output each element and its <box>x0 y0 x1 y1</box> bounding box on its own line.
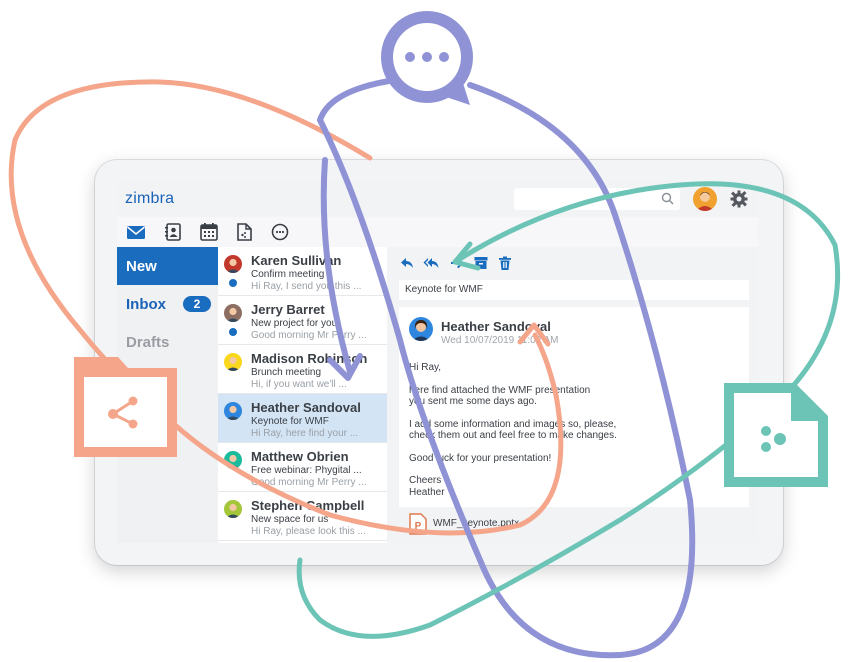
list-item[interactable]: Karen Sullivan Confirm meeting Hi Ray, I s… <box>218 247 387 296</box>
message-preview: Good morning Mr Perry ... <box>251 330 367 341</box>
message-subject: Brunch meeting <box>251 367 322 378</box>
sender-name: Jerry Barret <box>251 302 325 317</box>
message-subject-bar: Keynote for WMF <box>399 280 749 300</box>
contact-avatar <box>224 500 242 518</box>
pptx-file-icon: P <box>409 513 427 535</box>
message-subject: Keynote for WMF <box>251 416 329 427</box>
avatar-face <box>229 356 237 365</box>
attachment-filename: WMF_keynote.pptx <box>433 518 520 529</box>
list-item[interactable]: Jerry Barret New project for your Good mor… <box>218 296 387 345</box>
contact-avatar <box>224 255 242 273</box>
mail-app-screen: zimbra New Inbox 2 Drafts Karen Sullivan C… <box>117 181 758 543</box>
reading-pane: Keynote for WMF Heather Sandoval Wed 10/… <box>387 247 758 543</box>
avatar-face <box>229 454 237 463</box>
sender-name: Heather Sandoval <box>251 400 361 415</box>
reply-icon[interactable] <box>399 255 415 271</box>
unread-count-badge: 2 <box>183 296 211 312</box>
message-card: Heather Sandoval Wed 10/07/2019 11:02 AM… <box>399 307 749 507</box>
contact-avatar <box>224 353 242 371</box>
message-date: Wed 10/07/2019 11:02 AM <box>441 335 559 346</box>
sender-name: Madison Robinson <box>251 351 368 366</box>
sender-name: Matthew Obrien <box>251 449 349 464</box>
new-label: New <box>126 258 157 275</box>
avatar-face <box>229 307 237 316</box>
calendar-icon[interactable] <box>198 222 220 242</box>
list-item[interactable]: Heather Sandoval Keynote for WMF Hi Ray, h… <box>218 394 387 443</box>
top-bar: zimbra <box>117 181 758 217</box>
body-paragraph: I add some information and images so, pl… <box>409 418 617 442</box>
message-subject: Keynote for WMF <box>405 284 483 295</box>
contact-avatar <box>224 402 242 420</box>
message-preview: Good morning Mr Perry ... <box>251 477 367 488</box>
app-switcher-bar <box>117 217 758 247</box>
message-subject: Confirm meeting <box>251 269 325 280</box>
message-subject: New space for us <box>251 514 329 525</box>
forward-icon[interactable] <box>449 255 465 271</box>
chat-bubble-icon <box>381 11 473 105</box>
avatar-face <box>229 405 237 414</box>
message-body: Hi Ray, here find attached the WMF presen… <box>409 362 739 509</box>
reply-all-icon[interactable] <box>423 255 439 271</box>
message-preview: Hi Ray, I send you this ... <box>251 281 362 292</box>
mail-icon[interactable] <box>125 222 147 242</box>
inbox-label: Inbox <box>126 296 166 313</box>
body-paragraph: here find attached the WMF presentation … <box>409 384 591 408</box>
sender-name: Heather Sandoval <box>441 319 551 334</box>
new-message-button[interactable]: New <box>117 247 218 285</box>
drafts-label: Drafts <box>126 334 170 351</box>
sender-name: Karen Sullivan <box>251 253 342 268</box>
search-input[interactable] <box>514 188 680 210</box>
body-paragraph: Good luck for your presentation! <box>409 452 552 464</box>
message-preview: Hi Ray, please look this ... <box>251 526 366 537</box>
files-icon[interactable] <box>233 222 255 242</box>
sidebar-item-inbox[interactable]: Inbox 2 <box>117 285 218 323</box>
sidebar-item-drafts[interactable]: Drafts <box>117 323 218 361</box>
contacts-icon[interactable] <box>162 222 184 242</box>
message-preview: Hi Ray, here find your ... <box>251 428 359 439</box>
chat-icon[interactable] <box>269 222 291 242</box>
list-item[interactable]: Matthew Obrien Free webinar: Phygital ...… <box>218 443 387 492</box>
message-list: Karen Sullivan Confirm meeting Hi Ray, I s… <box>218 247 387 543</box>
message-subject: Free webinar: Phygital ... <box>251 465 362 476</box>
delete-icon[interactable] <box>497 255 513 271</box>
list-item[interactable]: Madison Robinson Brunch meeting Hi, if you… <box>218 345 387 394</box>
avatar-face <box>229 503 237 512</box>
unread-dot <box>229 328 237 336</box>
app-logo: zimbra <box>125 190 175 207</box>
sender-name: Stephen Campbell <box>251 498 365 513</box>
archive-icon[interactable] <box>473 255 489 271</box>
avatar-face <box>229 258 237 267</box>
message-preview: Hi, if you want we'll ... <box>251 379 347 390</box>
unread-dot <box>229 279 237 287</box>
message-subject: New project for your <box>251 318 341 329</box>
search-icon[interactable] <box>661 192 674 205</box>
gear-icon[interactable] <box>729 189 749 209</box>
sender-avatar <box>409 317 433 341</box>
user-avatar[interactable] <box>693 187 717 211</box>
folder-sidebar: New Inbox 2 Drafts <box>117 247 218 543</box>
contact-avatar <box>224 304 242 322</box>
body-paragraph: Cheers Heather <box>409 475 445 498</box>
list-item[interactable]: Stephen Campbell New space for us Hi Ray, … <box>218 492 387 541</box>
body-paragraph: Hi Ray, <box>409 362 442 373</box>
svg-text:P: P <box>415 521 422 532</box>
contact-avatar <box>224 451 242 469</box>
